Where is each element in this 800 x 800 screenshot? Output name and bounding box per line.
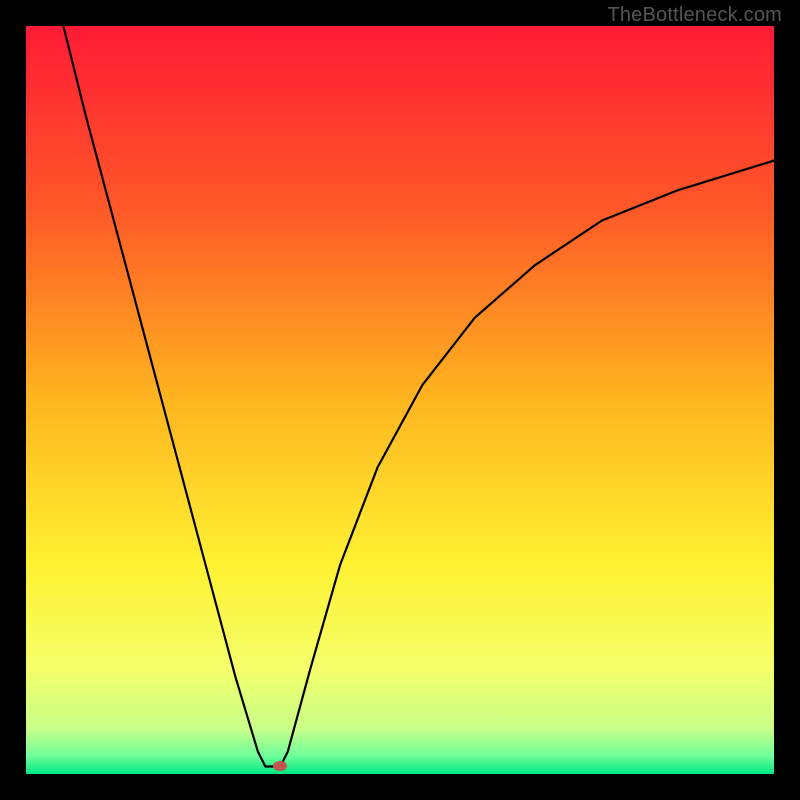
chart-background (26, 26, 774, 774)
chart-svg (26, 26, 774, 774)
optimum-marker (273, 761, 287, 771)
chart-frame (26, 26, 774, 774)
watermark-text: TheBottleneck.com (607, 4, 782, 27)
